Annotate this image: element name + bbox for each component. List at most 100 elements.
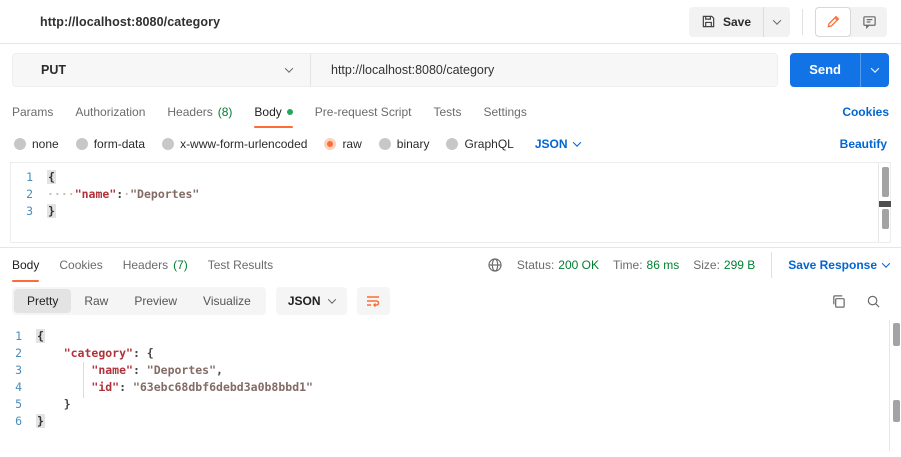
time-badge: Time: 86 ms xyxy=(612,258,680,272)
chevron-down-icon xyxy=(327,295,336,304)
edit-button[interactable] xyxy=(815,6,851,37)
send-button[interactable]: Send xyxy=(790,53,860,87)
globe-icon xyxy=(487,257,503,273)
tab-headers[interactable]: Headers (8) xyxy=(167,95,232,128)
request-title-bar: http://localhost:8080/category Save xyxy=(0,0,901,44)
tab-params[interactable]: Params xyxy=(12,95,53,128)
response-tab-cookies[interactable]: Cookies xyxy=(59,248,102,282)
request-editor-scrollbar[interactable] xyxy=(878,163,891,242)
response-tabs: Body Cookies Headers (7) Test Results St… xyxy=(0,248,901,282)
code-line: 3} xyxy=(11,203,890,220)
url-input[interactable]: http://localhost:8080/category xyxy=(311,54,777,86)
response-editor-scrollbar[interactable] xyxy=(889,320,901,451)
indent-guide xyxy=(83,362,84,398)
radio-raw[interactable]: raw xyxy=(324,137,362,151)
chevron-down-icon xyxy=(284,63,294,73)
code-line: 1{ xyxy=(11,169,890,186)
code-line: 3 "name": "Deportes", xyxy=(0,362,901,379)
divider xyxy=(802,8,803,35)
chevron-down-icon xyxy=(572,138,581,147)
line-number: 4 xyxy=(15,380,22,394)
code-line: 5 } xyxy=(0,396,901,413)
copy-button[interactable] xyxy=(831,294,846,309)
request-tabs: Params Authorization Headers (8) Body Pr… xyxy=(0,95,901,128)
comment-button[interactable] xyxy=(851,7,887,37)
radio-none[interactable]: none xyxy=(14,137,59,151)
save-button[interactable]: Save xyxy=(689,7,763,37)
send-button-group: Send xyxy=(790,52,889,87)
scrollbar-thumb[interactable] xyxy=(882,209,889,229)
send-options-button[interactable] xyxy=(860,52,889,87)
view-visualize[interactable]: Visualize xyxy=(190,289,264,313)
language-dropdown[interactable]: JSON xyxy=(535,137,581,151)
radio-icon xyxy=(446,138,459,150)
radio-icon xyxy=(162,138,175,150)
scrollbar-thumb[interactable] xyxy=(893,400,900,422)
save-button-group: Save xyxy=(688,6,790,37)
search-button[interactable] xyxy=(866,294,881,309)
radio-icon xyxy=(75,138,88,150)
save-icon xyxy=(701,14,716,29)
edit-comment-group xyxy=(815,6,887,37)
method-label: PUT xyxy=(41,62,66,77)
chevron-down-icon xyxy=(881,259,891,268)
radio-x-www-form-urlencoded[interactable]: x-www-form-urlencoded xyxy=(162,137,307,151)
request-body-editor[interactable]: 1{2 ····"name":·"Deportes" 3} xyxy=(10,162,891,243)
headers-count-badge: (8) xyxy=(217,104,233,119)
line-number: 1 xyxy=(26,170,33,184)
response-view-controls: Pretty Raw Preview Visualize JSON xyxy=(0,282,901,320)
line-number: 1 xyxy=(15,329,22,343)
scrollbar-marker xyxy=(879,201,891,207)
request-body-code[interactable]: 1{2 ····"name":·"Deportes" 3} xyxy=(11,169,890,220)
tab-authorization[interactable]: Authorization xyxy=(75,95,145,128)
radio-form-data[interactable]: form-data xyxy=(75,137,145,151)
code-line: 6} xyxy=(0,413,901,430)
save-options-button[interactable] xyxy=(763,6,790,37)
chevron-down-icon xyxy=(870,63,880,73)
response-language-dropdown[interactable]: JSON xyxy=(275,287,347,315)
line-number: 3 xyxy=(26,204,33,218)
method-selector[interactable]: PUT xyxy=(13,53,311,86)
code-line: 1{ xyxy=(0,328,901,345)
response-body-code: 1{2 "category": {3 "name": "Deportes", 4 … xyxy=(0,328,901,430)
pencil-icon xyxy=(826,14,841,29)
response-meta: Status: 200 OK Time: 86 ms Size: 299 B S… xyxy=(487,248,891,282)
divider xyxy=(771,252,773,278)
view-preview[interactable]: Preview xyxy=(121,289,190,313)
response-tab-body[interactable]: Body xyxy=(12,248,40,282)
line-number: 2 xyxy=(15,346,22,360)
response-tab-headers[interactable]: Headers (7) xyxy=(123,248,188,282)
tab-body[interactable]: Body xyxy=(254,95,294,128)
line-number: 5 xyxy=(15,397,22,411)
cookies-link[interactable]: Cookies xyxy=(842,105,889,119)
save-button-label: Save xyxy=(722,14,751,29)
radio-graphql[interactable]: GraphQL xyxy=(446,137,514,151)
tab-settings[interactable]: Settings xyxy=(484,95,527,128)
scrollbar-thumb[interactable] xyxy=(882,167,889,197)
view-mode-group: Pretty Raw Preview Visualize xyxy=(12,287,266,315)
scrollbar-thumb[interactable] xyxy=(893,323,900,346)
tab-tests[interactable]: Tests xyxy=(433,95,461,128)
code-line: 4 "id": "63ebc68dbf6debd3a0b8bbd1" xyxy=(0,379,901,396)
chevron-down-icon xyxy=(772,15,782,25)
wrap-lines-button[interactable] xyxy=(356,287,390,315)
text-wrap-icon xyxy=(365,293,381,309)
beautify-link[interactable]: Beautify xyxy=(840,137,887,151)
view-raw[interactable]: Raw xyxy=(71,289,121,313)
status-badge: Status: 200 OK xyxy=(516,258,599,272)
response-headers-count-badge: (7) xyxy=(173,258,188,272)
radio-binary[interactable]: binary xyxy=(378,137,429,151)
line-number: 3 xyxy=(15,363,22,377)
save-response-button[interactable]: Save Response xyxy=(788,258,891,272)
line-number: 6 xyxy=(15,414,22,428)
radio-icon xyxy=(14,138,26,150)
view-pretty[interactable]: Pretty xyxy=(14,289,72,313)
code-line: 2 ····"name":·"Deportes" xyxy=(11,186,890,203)
response-tab-test-results[interactable]: Test Results xyxy=(208,248,273,282)
response-body-editor: 1{2 "category": {3 "name": "Deportes", 4 … xyxy=(0,320,901,457)
tab-pre-request-script[interactable]: Pre-request Script xyxy=(315,95,412,128)
radio-selected-icon xyxy=(324,138,337,150)
code-line: 2 "category": { xyxy=(0,345,901,362)
request-title: http://localhost:8080/category xyxy=(40,14,221,29)
body-modified-dot xyxy=(286,108,293,115)
